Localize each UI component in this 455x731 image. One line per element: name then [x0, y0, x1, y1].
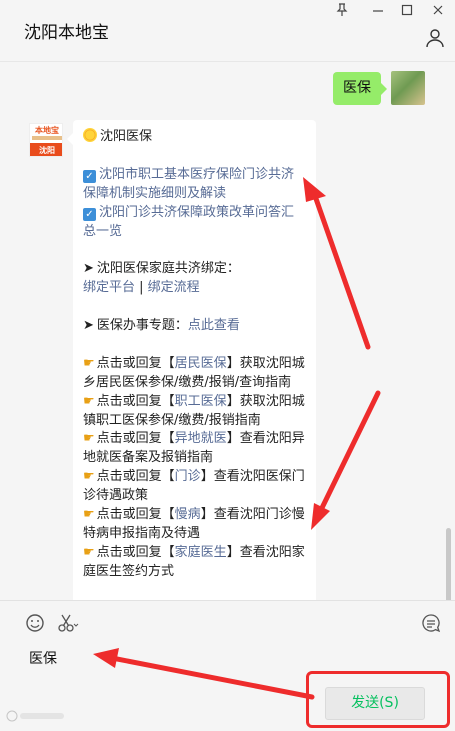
message-heading: 沈阳医保: [83, 128, 306, 147]
send-highlight-box: [306, 671, 450, 728]
arrow-icon: ➤: [83, 318, 94, 334]
pointing-hand-icon: ☛: [83, 431, 95, 447]
checkbox-icon: ✓: [83, 169, 96, 183]
reply-item: ☛ 点击或回复【异地就医】查看沈阳异地就医备案及报销指南: [83, 431, 305, 466]
pointing-hand-icon: ☛: [83, 544, 95, 560]
binding-process-link[interactable]: 绑定流程: [148, 280, 200, 295]
watermark: [6, 710, 68, 725]
close-icon[interactable]: [429, 3, 447, 21]
message-input[interactable]: 医保: [29, 648, 57, 668]
keyword-link[interactable]: 慢病: [175, 507, 201, 522]
arrow-icon: ➤: [83, 261, 94, 277]
reply-item: ☛ 点击或回复【慢病】查看沈阳门诊慢特病申报指南及待遇: [83, 507, 305, 541]
keyword-link[interactable]: 门诊: [175, 469, 201, 484]
article-link-2[interactable]: ✓ 沈阳门诊共济保障政策改革问答汇总一览: [83, 204, 306, 242]
reply-item: ☛ 点击或回复【家庭医生】查看沈阳家庭医生签约方式: [83, 544, 305, 579]
pin-icon[interactable]: [333, 3, 351, 21]
sun-icon: [83, 128, 97, 142]
article-link-1[interactable]: ✓ 沈阳市职工基本医疗保险门诊共济保障机制实施细则及解读: [83, 166, 306, 204]
checkbox-icon: ✓: [83, 207, 96, 221]
binding-platform-link[interactable]: 绑定平台: [83, 280, 135, 295]
minimize-icon[interactable]: [369, 3, 387, 21]
chat-history-icon[interactable]: [421, 613, 441, 638]
scissors-icon[interactable]: [57, 613, 79, 638]
pointing-hand-icon: ☛: [83, 393, 95, 409]
pointing-hand-icon: ☛: [83, 507, 95, 523]
keyword-link[interactable]: 职工医保: [175, 394, 227, 409]
my-message-bubble[interactable]: 医保: [333, 72, 387, 105]
reply-item: ☛ 点击或回复【职工医保】获取沈阳城镇职工医保参保/缴费/报销指南: [83, 393, 305, 428]
reply-item: ☛ 点击或回复【门诊】查看沈阳医保门诊待遇政策: [83, 469, 305, 504]
family-binding-title: ➤ 沈阳医保家庭共济绑定：: [83, 261, 240, 277]
chat-area[interactable]: 医保 本地宝 沈阳 沈阳医保 ✓ 沈阳市职工基本医疗保险门诊共济保障机制实施细则及…: [0, 63, 455, 600]
keyword-link[interactable]: 异地就医: [175, 431, 227, 446]
pointing-hand-icon: ☛: [83, 469, 95, 485]
account-message-bubble: 沈阳医保 ✓ 沈阳市职工基本医疗保险门诊共济保障机制实施细则及解读 ✓ 沈阳门诊共济…: [67, 120, 316, 600]
family-binding-links: 绑定平台 | 绑定流程: [83, 280, 200, 296]
logo-city: 沈阳: [30, 143, 62, 156]
chat-title: 沈阳本地宝: [24, 23, 109, 43]
chat-scrollbar[interactable]: [446, 528, 451, 600]
logo-stripe: [32, 136, 62, 140]
emoji-icon[interactable]: [25, 613, 45, 638]
keyword-link[interactable]: 家庭医生: [175, 545, 227, 560]
topics-line: ➤ 医保办事专题：点此查看: [83, 318, 240, 334]
title-bar: 沈阳本地宝: [0, 0, 455, 62]
maximize-icon[interactable]: [398, 3, 416, 21]
reply-item: ☛ 点击或回复【居民医保】获取沈阳城乡居民医保参保/缴费/报销/查询指南: [83, 355, 305, 390]
keyword-link[interactable]: 居民医保: [175, 356, 227, 371]
my-avatar[interactable]: [391, 71, 425, 105]
topics-link[interactable]: 点此查看: [188, 318, 240, 333]
account-avatar[interactable]: 本地宝 沈阳: [29, 123, 63, 157]
pointing-hand-icon: ☛: [83, 355, 95, 371]
person-icon[interactable]: [425, 28, 445, 48]
